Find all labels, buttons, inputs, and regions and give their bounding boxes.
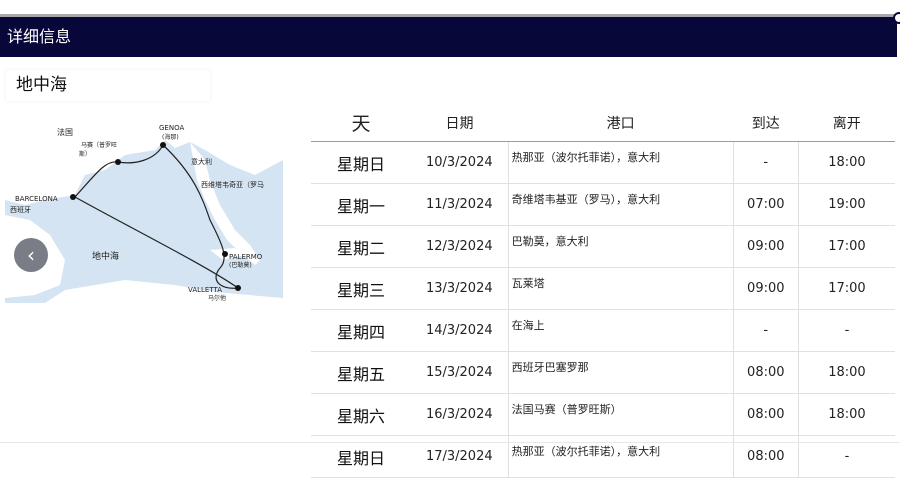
table-header-row: 天 日期 港口 到达 离开 [311,104,895,142]
col-header-port: 港口 [508,104,734,142]
cell-depart: 18:00 [798,393,895,436]
cell-day: 星期三 [311,267,411,310]
label-italy: 意大利 [191,157,212,166]
label-marseille: 马赛（普罗旺 [81,141,117,149]
col-header-date: 日期 [410,104,509,142]
cell-date: 10/3/2024 [410,141,509,184]
cell-date: 15/3/2024 [410,351,509,394]
header-title: 详细信息 [7,27,72,46]
region-name: 地中海 [16,75,67,95]
label-spain: 西班牙 [10,205,31,214]
cell-day: 星期六 [311,393,411,436]
cell-depart: 17:00 [798,267,895,310]
cell-arrive: - [733,309,799,352]
cell-day: 星期五 [311,351,411,394]
carousel-prev-button[interactable]: ‹ [14,238,48,272]
table-row: 星期一 11/3/2024 奇维塔韦基亚（罗马），意大利 07:00 19:00 [311,183,895,226]
cell-date: 14/3/2024 [410,309,509,352]
cell-date: 13/3/2024 [410,267,509,310]
genoa-dot [160,142,166,148]
cell-depart: 18:00 [798,351,895,394]
valletta-dot [235,285,241,291]
itinerary-table: 天 日期 港口 到达 离开 星期日 10/3/2024 热那亚（波尔托菲诺），意大利… [311,104,895,478]
table-row: 星期四 14/3/2024 在海上 - - [311,309,895,352]
cell-arrive: 09:00 [733,267,799,310]
cell-arrive: 08:00 [733,351,799,394]
col-header-depart: 离开 [798,104,895,142]
table-row: 星期三 13/3/2024 瓦莱塔 09:00 17:00 [311,267,895,310]
col-header-day: 天 [311,104,411,142]
chevron-left-icon: ‹ [27,243,35,267]
cell-arrive: 07:00 [733,183,799,226]
route-map: 法国 马赛（普罗旺 斯） GENOA (海那) 意大利 西维塔韦奇亚（罗马 BA… [5,120,283,303]
label-palermo: PALERMO [229,253,263,261]
itinerary-body: 星期日 10/3/2024 热那亚（波尔托菲诺），意大利 -18:00 星期一 11/3/… [311,141,895,478]
table-row: 星期日 10/3/2024 热那亚（波尔托菲诺），意大利 -18:00 [311,141,895,184]
marseille-dot [115,159,121,165]
label-sea: 地中海 [92,250,119,262]
cell-date: 12/3/2024 [410,225,509,268]
cell-arrive: 09:00 [733,225,799,268]
cell-day: 星期二 [311,225,411,268]
table-row: 星期二 12/3/2024 巴勒莫，意大利 09:00 17:00 [311,225,895,268]
cell-date: 16/3/2024 [410,393,509,436]
cell-port: 奇维塔韦基亚（罗马），意大利 [508,183,734,226]
cell-day: 星期日 [311,141,411,184]
details-header: 详细信息 [0,17,897,57]
bottom-divider [0,442,900,443]
cell-day: 星期一 [311,183,411,226]
cell-day: 星期四 [311,309,411,352]
table-row: 星期六 16/3/2024 法国马赛（普罗旺斯） 08:00 18:00 [311,393,895,436]
cell-port: 法国马赛（普罗旺斯） [508,393,734,436]
cell-arrive: 08:00 [733,393,799,436]
label-valletta: VALLETTA [188,286,222,294]
label-marseille-2: 斯） [79,150,91,158]
label-barcelona: BARCELONA [15,195,58,203]
cell-depart: 17:00 [798,225,895,268]
region-title: 地中海 [6,70,210,101]
cell-depart: 19:00 [798,183,895,226]
barcelona-dot [70,194,76,200]
palermo-dot [222,251,228,257]
label-france: 法国 [57,127,73,137]
label-civitavecchia: 西维塔韦奇亚（罗马 [201,180,264,189]
cell-port: 瓦莱塔 [508,267,734,310]
cell-arrive: - [733,141,799,184]
cell-port: 在海上 [508,309,734,352]
label-genoa: GENOA [159,124,184,132]
close-icon[interactable] [893,12,900,24]
cell-depart: 18:00 [798,141,895,184]
label-genoa-cn: (海那) [162,133,179,141]
col-header-arrive: 到达 [733,104,799,142]
cell-port: 巴勒莫，意大利 [508,225,734,268]
cell-port: 西班牙巴塞罗那 [508,351,734,394]
table-row: 星期五 15/3/2024 西班牙巴塞罗那 08:00 18:00 [311,351,895,394]
cell-port: 热那亚（波尔托菲诺），意大利 [508,141,734,184]
cell-depart: - [798,309,895,352]
cell-date: 11/3/2024 [410,183,509,226]
label-malta: 马尔他 [208,294,226,302]
label-palermo-cn: (巴勒莫) [229,261,252,269]
